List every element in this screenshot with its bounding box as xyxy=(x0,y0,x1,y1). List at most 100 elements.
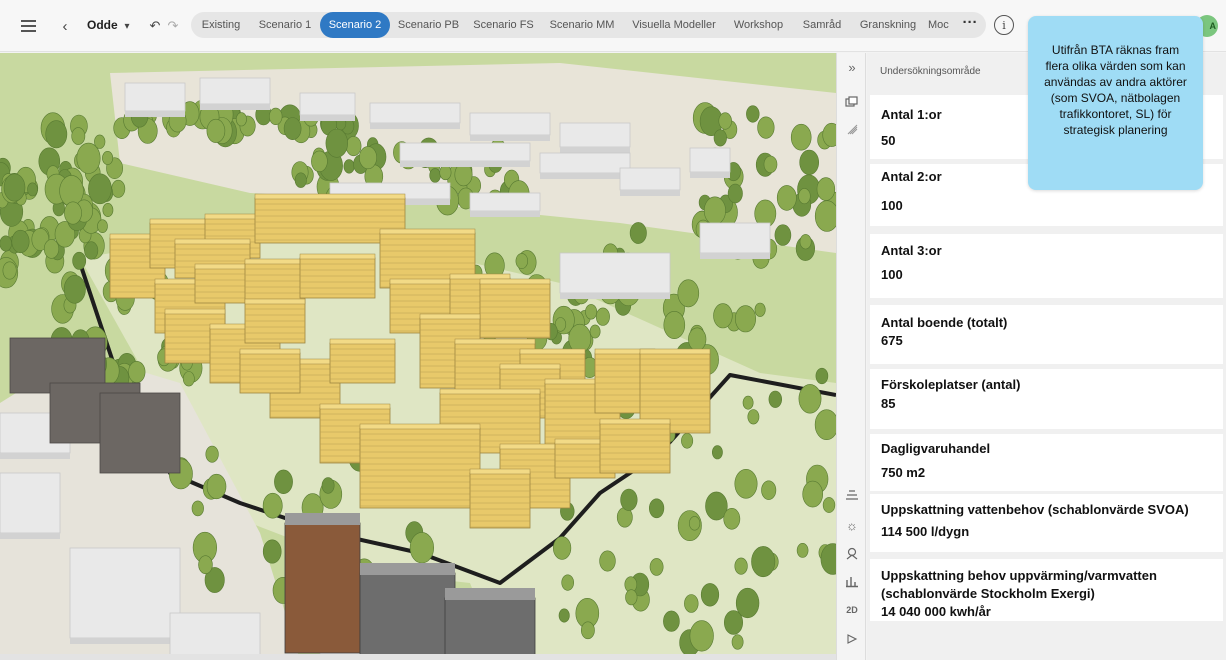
card-label: Antal 3:or xyxy=(881,243,942,258)
tree xyxy=(343,159,355,174)
tree xyxy=(761,480,777,500)
info-icon[interactable]: i xyxy=(994,15,1014,35)
tree xyxy=(688,516,701,531)
tree xyxy=(561,574,575,591)
card-value: 14 040 000 kwh/år xyxy=(881,604,991,619)
menu-icon[interactable] xyxy=(18,15,40,37)
undo-icon[interactable]: ↶ xyxy=(148,16,162,36)
tree xyxy=(262,492,283,519)
terrain-icon[interactable] xyxy=(842,485,862,505)
existing-building xyxy=(699,222,771,254)
building-roof xyxy=(239,348,301,355)
building-roof xyxy=(244,298,306,305)
tree xyxy=(2,261,17,280)
map-scene[interactable] xyxy=(0,53,836,660)
tree xyxy=(345,136,362,157)
tree xyxy=(798,384,822,414)
sun-shadow-icon[interactable]: ☼ xyxy=(842,515,862,535)
existing-tower xyxy=(99,392,181,474)
tree xyxy=(589,324,601,339)
tab-scenario-pb[interactable]: Scenario PB xyxy=(392,12,465,38)
tree xyxy=(751,546,776,578)
tree xyxy=(235,112,247,127)
tower-roof xyxy=(285,513,360,525)
panel-heading: Undersökningsområde xyxy=(880,66,981,77)
tree xyxy=(677,279,700,308)
project-name[interactable]: Odde xyxy=(87,18,118,32)
card-value: 114 500 l/dygn xyxy=(881,524,970,539)
tree xyxy=(274,469,293,494)
view-camera-icon[interactable] xyxy=(842,543,862,563)
tree xyxy=(723,610,743,635)
more-tabs-icon[interactable]: ··· xyxy=(960,12,980,38)
card-value: 100 xyxy=(881,198,903,213)
tab-existing[interactable]: Existing xyxy=(191,12,251,38)
tab-moc[interactable]: Moc xyxy=(928,12,958,38)
existing-building-side xyxy=(690,172,730,178)
tree xyxy=(713,129,727,147)
building-roof xyxy=(149,218,211,225)
tree xyxy=(625,589,638,606)
tree xyxy=(3,173,26,202)
tab-granskning[interactable]: Granskning xyxy=(853,12,923,38)
tree xyxy=(822,497,836,513)
tab-scenario-mm[interactable]: Scenario MM xyxy=(543,12,621,38)
tree xyxy=(799,234,812,250)
collapse-panel-icon[interactable]: » xyxy=(842,57,862,77)
tree xyxy=(802,480,824,508)
building-roof xyxy=(599,418,671,425)
layers-icon[interactable] xyxy=(842,92,862,112)
card-value: 675 xyxy=(881,333,903,348)
tree xyxy=(552,536,572,560)
tree xyxy=(585,304,598,320)
card-value: 100 xyxy=(881,267,903,282)
tree xyxy=(734,305,756,333)
tree xyxy=(269,107,283,126)
card-antal-3or: Antal 3:or 100 xyxy=(870,234,1223,298)
tab-workshop[interactable]: Workshop xyxy=(726,12,791,38)
existing-building xyxy=(369,102,461,124)
map-3d-view[interactable] xyxy=(0,53,836,660)
tree xyxy=(599,550,616,572)
tree xyxy=(191,500,204,517)
card-label: Antal boende (totalt) xyxy=(881,315,1008,330)
tree xyxy=(814,409,836,440)
existing-building-side xyxy=(300,115,355,121)
toggle-2d-button[interactable]: 2D xyxy=(842,600,862,620)
existing-building xyxy=(299,92,356,116)
building-roof xyxy=(639,348,711,355)
card-uppvarmning: Uppskattning behov uppvärming/varmvatten… xyxy=(870,559,1223,621)
tower-roof xyxy=(445,588,535,600)
existing-building-side xyxy=(0,453,70,459)
card-antal-boende: Antal boende (totalt) 675 xyxy=(870,305,1223,364)
back-chevron-icon[interactable]: ‹ xyxy=(56,16,74,36)
info-tooltip: Utifrån BTA räknas fram flera olika värd… xyxy=(1028,16,1203,190)
tab-scenario-fs[interactable]: Scenario FS xyxy=(467,12,540,38)
tree xyxy=(648,498,665,519)
tree xyxy=(731,634,744,650)
compass-icon[interactable] xyxy=(842,629,862,649)
tab-visuella-modeller[interactable]: Visuella Modeller xyxy=(625,12,723,38)
redo-icon[interactable]: ↷ xyxy=(166,16,180,36)
tree xyxy=(429,168,441,183)
tab-scenario-2[interactable]: Scenario 2 xyxy=(320,12,390,38)
tooltip-text: Utifrån BTA räknas fram flera olika värd… xyxy=(1044,43,1187,137)
existing-building xyxy=(559,122,631,148)
tree xyxy=(568,323,592,354)
chevron-down-icon[interactable]: ▾ xyxy=(120,17,134,35)
tree xyxy=(84,241,99,260)
tab-samrad[interactable]: Samråd xyxy=(794,12,850,38)
statistics-icon[interactable] xyxy=(842,571,862,591)
tab-scenario-1[interactable]: Scenario 1 xyxy=(251,12,319,38)
tree xyxy=(663,610,680,632)
tree xyxy=(718,112,732,130)
measure-icon[interactable] xyxy=(842,119,862,139)
existing-building xyxy=(199,77,271,105)
tree xyxy=(799,149,820,175)
tree xyxy=(734,468,758,499)
tree xyxy=(11,229,30,254)
card-vattenbehov: Uppskattning vattenbehov (schablonvärde … xyxy=(870,494,1223,552)
tree xyxy=(688,327,707,352)
building-roof xyxy=(319,403,391,410)
tree xyxy=(262,539,282,564)
